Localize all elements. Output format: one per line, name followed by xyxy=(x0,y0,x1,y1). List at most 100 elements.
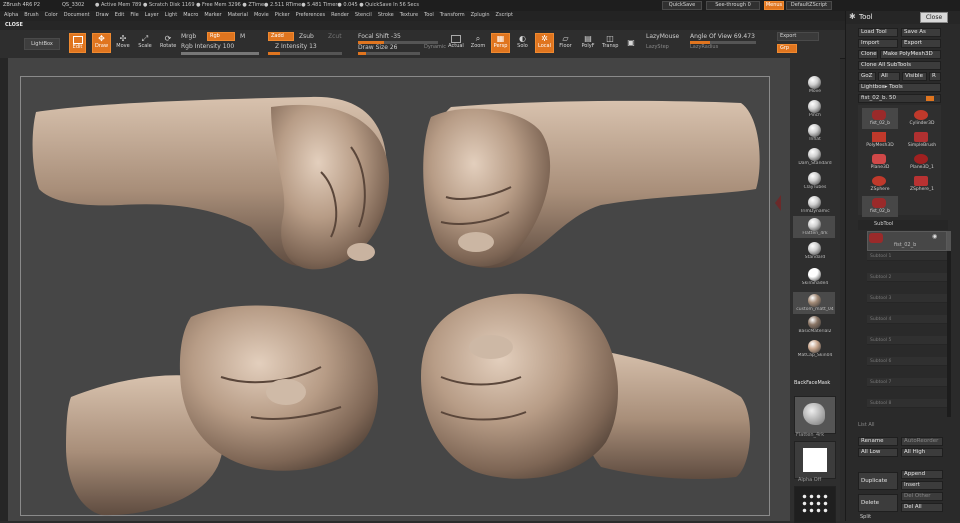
subtool-slot[interactable]: Subtool 3 xyxy=(867,294,947,303)
export-tool-button[interactable]: Export xyxy=(901,39,941,48)
rgb-intensity-slider[interactable]: Rgb Intensity 100 xyxy=(181,43,234,51)
menu-draw[interactable]: Draw xyxy=(96,12,109,19)
load-tool-button[interactable]: Load Tool xyxy=(858,28,898,37)
backfacemask-toggle[interactable]: BackFaceMask xyxy=(794,380,830,387)
menu-transform[interactable]: Transform xyxy=(440,12,465,19)
tool-thumb-zsphere[interactable]: ZSphere xyxy=(862,174,898,195)
local-button[interactable]: ✲ Local xyxy=(535,33,554,53)
zoom-button[interactable]: ⌕ Zoom xyxy=(469,33,487,53)
close-shelf-button[interactable]: CLOSE xyxy=(5,22,23,29)
draw-button[interactable]: ✥ Draw xyxy=(92,33,111,53)
mrgb-button[interactable]: Mrgb xyxy=(181,33,196,41)
tool-thumb-fist-02-b[interactable]: fist_02_b xyxy=(862,196,898,217)
shelf-custom-matt-04-icon[interactable] xyxy=(808,294,821,307)
alpha-thumbnail[interactable] xyxy=(794,441,836,479)
menu-picker[interactable]: Picker xyxy=(275,12,290,19)
subtool-slot[interactable]: Subtool 2 xyxy=(867,273,947,282)
subtool-header[interactable]: SubTool xyxy=(858,220,948,230)
scale-button[interactable]: ⤢ Scale xyxy=(137,33,153,53)
focal-shift-slider[interactable]: Focal Shift -35 xyxy=(358,33,401,41)
menu-edit[interactable]: Edit xyxy=(115,12,125,19)
lightbox-tools-button[interactable]: Lightbox▸ Tools xyxy=(858,83,941,92)
save-as-button[interactable]: Save As xyxy=(901,28,941,37)
all-low-button[interactable]: All Low xyxy=(858,448,898,457)
subtool-slot[interactable]: Subtool 4 xyxy=(867,315,947,324)
shelf-pinch-icon[interactable] xyxy=(808,100,821,113)
move-button[interactable]: ✣ Move xyxy=(115,33,131,53)
collapse-arrow-icon[interactable] xyxy=(775,195,781,211)
current-tool-slider-knob[interactable] xyxy=(926,96,934,101)
rename-button[interactable]: Rename xyxy=(858,437,898,446)
menu-macro[interactable]: Macro xyxy=(183,12,198,19)
solo-button[interactable]: ◐ Solo xyxy=(514,33,531,53)
split-button[interactable]: Split xyxy=(860,514,871,521)
tool-thumb-cylinder3d[interactable]: Cylinder3D xyxy=(904,108,940,129)
shelf-inflat-icon[interactable] xyxy=(808,124,821,137)
polyf-button[interactable]: ▤ PolyF xyxy=(579,33,597,53)
del-other-button[interactable]: Del Other xyxy=(901,492,943,501)
z-intensity-slider[interactable]: Z Intensity 13 xyxy=(275,43,317,51)
draw-size-slider[interactable]: Draw Size 26 xyxy=(358,44,397,52)
tool-thumb-fist-02-b[interactable]: fist_02_b xyxy=(862,108,898,129)
floor-button[interactable]: ▱ Floor xyxy=(557,33,574,53)
subtool-active-item[interactable]: fist_02_b ◉ xyxy=(867,231,947,251)
subtool-slot[interactable]: Subtool 1 xyxy=(867,252,947,261)
tool-thumb-simplebrush[interactable]: SimpleBrush xyxy=(904,130,940,151)
menu-preferences[interactable]: Preferences xyxy=(296,12,325,19)
menu-tool[interactable]: Tool xyxy=(424,12,434,19)
current-brush-thumbnail[interactable] xyxy=(794,396,836,434)
rotate-button[interactable]: ⟳ Rotate xyxy=(159,33,177,53)
auto-reorder-button[interactable]: AutoReorder xyxy=(901,437,943,446)
lightbox-button[interactable]: LightBox xyxy=(24,38,60,50)
menu-render[interactable]: Render xyxy=(331,12,349,19)
shelf-move-icon[interactable] xyxy=(808,76,821,89)
transp-button[interactable]: ◫ Transp xyxy=(601,33,619,53)
menu-document[interactable]: Document xyxy=(64,12,90,19)
edit-button[interactable]: Edit xyxy=(69,33,86,53)
subtool-slot[interactable]: Subtool 6 xyxy=(867,357,947,366)
menu-material[interactable]: Material xyxy=(228,12,248,19)
see-through-slider[interactable]: See-through 0 xyxy=(706,1,760,10)
zcut-button[interactable]: Zcut xyxy=(328,33,342,41)
make-polymesh-button[interactable]: Make PolyMesh3D xyxy=(880,50,941,59)
angle-of-view-slider[interactable]: Angle Of View 69.473 xyxy=(690,33,755,41)
viewport-canvas[interactable] xyxy=(20,76,770,516)
menu-file[interactable]: File xyxy=(130,12,138,19)
actual-button[interactable]: Actual xyxy=(447,33,465,53)
goz-visible-button[interactable]: Visible xyxy=(902,72,927,81)
shelf-dam-standard-icon[interactable] xyxy=(808,148,821,161)
m-button[interactable]: M xyxy=(240,33,245,41)
shelf-trimdynamic-icon[interactable] xyxy=(808,196,821,209)
subtool-scrollbar[interactable] xyxy=(947,231,951,417)
menu-brush[interactable]: Brush xyxy=(24,12,38,19)
settings-gear-icon[interactable]: ✱ xyxy=(849,12,856,22)
del-all-button[interactable]: Del All xyxy=(901,503,943,512)
tool-thumb-polymesh3d[interactable]: PolyMesh3D xyxy=(862,130,898,151)
duplicate-button[interactable]: Duplicate xyxy=(858,472,898,490)
goz-all-button[interactable]: All xyxy=(878,72,900,81)
dynamic-toggle[interactable]: Dynamic xyxy=(424,44,446,51)
default-zscript-button[interactable]: DefaultZScript xyxy=(786,1,832,10)
delete-button[interactable]: Delete xyxy=(858,494,898,512)
goz-button[interactable]: GoZ xyxy=(858,72,876,81)
goz-r-button[interactable]: R xyxy=(929,72,941,81)
export-button[interactable]: Export xyxy=(777,32,819,41)
z-intensity-track[interactable] xyxy=(268,52,342,55)
menu-layer[interactable]: Layer xyxy=(145,12,159,19)
menu-light[interactable]: Light xyxy=(165,12,177,19)
append-button[interactable]: Append xyxy=(901,470,943,479)
insert-button[interactable]: Insert xyxy=(901,481,943,490)
menu-stencil[interactable]: Stencil xyxy=(355,12,372,19)
tool-thumb-plane3d[interactable]: Plane3D xyxy=(862,152,898,173)
shelf-flatten-4rk-icon[interactable] xyxy=(808,218,821,231)
lazyradius-slider[interactable]: LazyRadius xyxy=(690,44,718,51)
stroke-thumbnail[interactable] xyxy=(794,486,836,523)
shelf-standard-icon[interactable] xyxy=(808,242,821,255)
tool-thumb-zsphere-1[interactable]: ZSphere_1 xyxy=(904,174,940,195)
rgb-button[interactable]: Rgb xyxy=(207,32,235,41)
menu-alpha[interactable]: Alpha xyxy=(4,12,18,19)
close-palette-button[interactable]: Close xyxy=(920,12,948,23)
all-high-button[interactable]: All High xyxy=(901,448,943,457)
clone-button[interactable]: Clone xyxy=(858,50,878,59)
zsub-button[interactable]: Zsub xyxy=(299,33,314,41)
